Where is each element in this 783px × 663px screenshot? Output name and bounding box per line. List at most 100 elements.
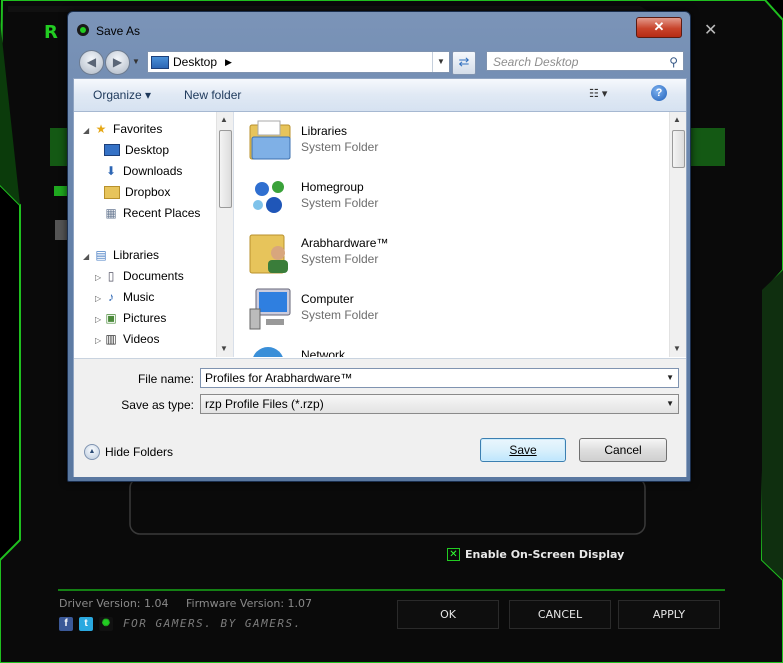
file-item[interactable]: Libraries System Folder xyxy=(248,115,548,165)
file-name: Computer xyxy=(301,292,354,306)
new-folder-button[interactable]: New folder xyxy=(184,88,241,102)
expand-icon[interactable]: ▷ xyxy=(95,294,101,303)
app-close-icon[interactable]: ✕ xyxy=(704,20,717,39)
file-name-input[interactable]: Profiles for Arabhardware™ ▼ xyxy=(200,368,679,388)
libraries-folder-icon xyxy=(249,120,291,160)
file-item[interactable]: Computer System Folder xyxy=(248,283,548,333)
dialog-titlebar[interactable]: Save As ✕ xyxy=(68,12,690,48)
navigation-scrollbar[interactable]: ▲ ▼ xyxy=(216,112,233,357)
scroll-up-icon[interactable]: ▲ xyxy=(220,115,228,124)
nav-favorites-label: Favorites xyxy=(113,122,163,136)
close-button[interactable]: ✕ xyxy=(636,17,682,38)
nav-item-label: Dropbox xyxy=(125,185,171,199)
address-bar[interactable]: Desktop ▶ ▼ xyxy=(147,51,450,73)
scroll-down-icon[interactable]: ▼ xyxy=(220,344,228,353)
recent-pages-chevron-icon[interactable]: ▼ xyxy=(132,57,140,66)
nav-libraries[interactable]: ▤ Libraries xyxy=(94,248,159,262)
videos-icon: ▥ xyxy=(105,332,117,346)
downloads-icon: ⬇ xyxy=(105,164,117,178)
file-name-value: Profiles for Arabhardware™ xyxy=(205,371,353,385)
nav-favorites[interactable]: ★ Favorites xyxy=(94,122,163,136)
nav-item-music[interactable]: ♪ Music xyxy=(104,290,154,304)
collapse-favorites-icon[interactable]: ◢ xyxy=(83,126,89,135)
navigation-pane: ◢ ★ Favorites Desktop ⬇ Downloads Dropbo… xyxy=(74,112,234,357)
nav-item-documents[interactable]: ▯ Documents xyxy=(104,269,184,283)
driver-version: Driver Version: 1.04 xyxy=(59,597,169,610)
nav-item-pictures[interactable]: ▣ Pictures xyxy=(104,311,166,325)
nav-item-recent-places[interactable]: ▦ Recent Places xyxy=(104,206,200,220)
nav-item-videos[interactable]: ▥ Videos xyxy=(104,332,159,346)
expand-icon[interactable]: ▷ xyxy=(95,315,101,324)
twitter-icon[interactable]: t xyxy=(79,617,93,631)
file-name-dropdown-icon[interactable]: ▼ xyxy=(666,369,674,387)
address-dropdown-icon[interactable]: ▼ xyxy=(432,52,449,72)
hide-folders-button[interactable]: ▲ Hide Folders xyxy=(84,444,173,460)
dialog-title: Save As xyxy=(96,24,141,38)
apply-button[interactable]: APPLY xyxy=(618,600,720,629)
change-view-icon[interactable]: ☷ ▾ xyxy=(589,87,607,100)
ok-button[interactable]: OK xyxy=(397,600,499,629)
file-type: System Folder xyxy=(301,308,379,322)
search-input[interactable]: Search Desktop ⚲ xyxy=(486,51,684,71)
hide-folders-label: Hide Folders xyxy=(105,445,174,459)
folder-icon xyxy=(104,185,120,199)
file-list-scrollbar[interactable]: ▲ ▼ xyxy=(669,112,686,357)
nav-item-dropbox[interactable]: Dropbox xyxy=(104,185,170,199)
command-toolbar: Organize ▾ New folder ☷ ▾ ? xyxy=(74,79,686,112)
refresh-icon[interactable]: ⇄ xyxy=(452,51,476,75)
chevron-up-icon: ▲ xyxy=(84,444,100,460)
save-as-type-select[interactable]: rzp Profile Files (*.rzp) ▼ xyxy=(200,394,679,414)
razer-window-icon xyxy=(77,24,89,36)
desktop-icon xyxy=(151,55,169,69)
search-placeholder: Search Desktop xyxy=(493,55,579,69)
razer-icon[interactable]: ✺ xyxy=(99,617,113,631)
expand-icon[interactable]: ▷ xyxy=(95,273,101,282)
scroll-thumb[interactable] xyxy=(219,130,232,208)
libraries-icon: ▤ xyxy=(95,248,107,262)
save-button[interactable]: Save xyxy=(480,438,566,462)
pictures-icon: ▣ xyxy=(105,311,117,325)
scroll-up-icon[interactable]: ▲ xyxy=(673,115,681,124)
file-name: Arabhardware™ xyxy=(301,236,389,250)
enable-osd-label: Enable On-Screen Display xyxy=(465,548,625,561)
address-location: Desktop xyxy=(173,55,218,69)
network-icon xyxy=(253,347,283,357)
back-arrow-icon[interactable]: ◀ xyxy=(79,50,104,75)
file-name: Libraries xyxy=(301,124,348,138)
breadcrumb-arrow-icon[interactable]: ▶ xyxy=(225,57,232,68)
save-as-type-value: rzp Profile Files (*.rzp) xyxy=(205,397,324,411)
file-item[interactable]: Network xyxy=(248,339,548,357)
check-icon: ✕ xyxy=(447,548,460,561)
dialog-body: Organize ▾ New folder ☷ ▾ ? ◢ ★ Favorite… xyxy=(73,78,687,477)
save-as-type-label: Save as type: xyxy=(121,398,194,412)
collapse-libraries-icon[interactable]: ◢ xyxy=(83,252,89,261)
nav-item-downloads[interactable]: ⬇ Downloads xyxy=(104,164,182,178)
scroll-thumb[interactable] xyxy=(672,130,685,168)
app-cancel-button[interactable]: CANCEL xyxy=(509,600,611,629)
file-type: System Folder xyxy=(301,196,379,210)
facebook-icon[interactable]: f xyxy=(59,617,73,631)
file-name: Homegroup xyxy=(301,180,364,194)
forward-arrow-icon[interactable]: ▶ xyxy=(105,50,130,75)
search-icon[interactable]: ⚲ xyxy=(669,52,678,72)
expand-icon[interactable]: ▷ xyxy=(95,336,101,345)
chevron-down-icon[interactable]: ▼ xyxy=(666,395,674,413)
cancel-button[interactable]: Cancel xyxy=(579,438,667,462)
organize-button[interactable]: Organize ▾ xyxy=(93,88,151,102)
nav-item-label: Videos xyxy=(123,332,160,346)
file-item[interactable]: Homegroup System Folder xyxy=(248,171,548,221)
firmware-version: Firmware Version: 1.07 xyxy=(186,597,313,610)
file-item[interactable]: Arabhardware™ System Folder xyxy=(248,227,548,277)
scroll-down-icon[interactable]: ▼ xyxy=(673,344,681,353)
enable-osd-checkbox[interactable]: ✕ Enable On-Screen Display xyxy=(447,548,624,561)
user-folder-icon xyxy=(249,234,288,274)
star-icon: ★ xyxy=(95,122,107,136)
save-as-dialog: Save As ✕ ◀ ▶ ▼ Desktop ▶ ▼ ⇄ Search Des… xyxy=(67,11,691,482)
help-icon[interactable]: ? xyxy=(651,85,667,101)
nav-item-desktop[interactable]: Desktop xyxy=(104,143,169,157)
nav-item-label: Desktop xyxy=(125,143,170,157)
homegroup-icon xyxy=(253,181,284,213)
nav-item-label: Documents xyxy=(123,269,184,283)
save-button-label: Save xyxy=(509,443,537,457)
navigation-bar: ◀ ▶ ▼ Desktop ▶ ▼ ⇄ Search Desktop ⚲ xyxy=(73,48,685,76)
